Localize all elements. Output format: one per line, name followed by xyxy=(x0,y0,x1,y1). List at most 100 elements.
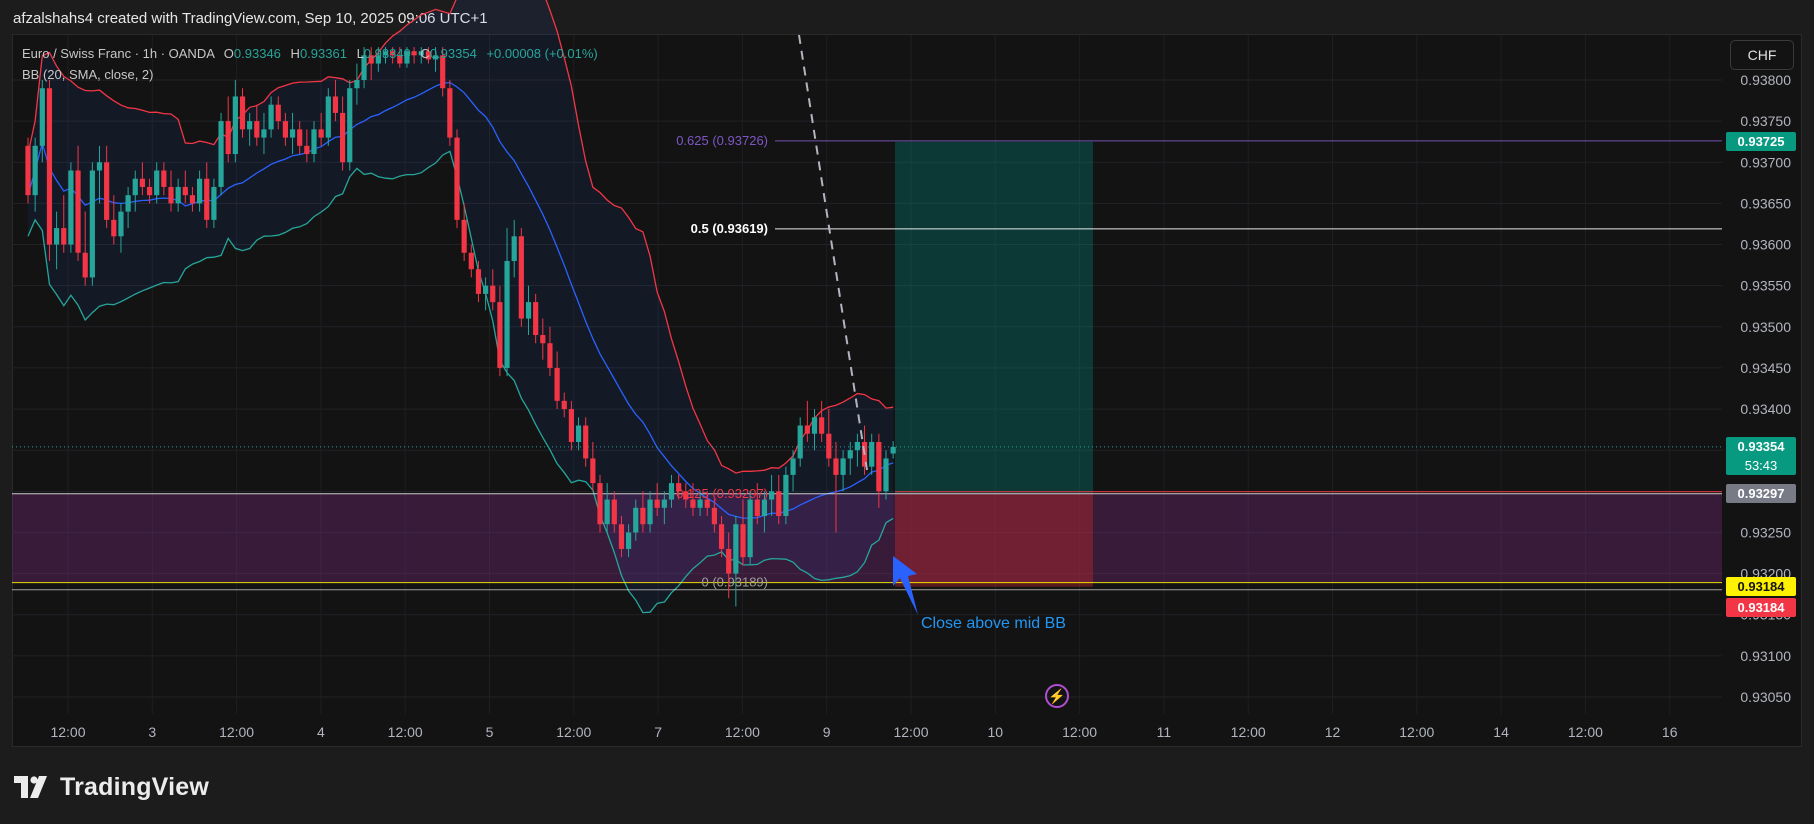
candle-body xyxy=(111,219,117,237)
candle-body xyxy=(197,178,203,204)
candle-body xyxy=(633,507,639,533)
candle-body xyxy=(704,499,710,508)
candle-body xyxy=(268,104,274,130)
candle-body xyxy=(289,129,296,138)
candle-body xyxy=(511,236,517,261)
candle-body xyxy=(654,499,660,508)
candle-body xyxy=(261,129,267,138)
time-tick-label: 14 xyxy=(1493,724,1509,740)
candle-body xyxy=(754,499,760,517)
price-tick-label: 0.93050 xyxy=(1740,689,1791,705)
candle-body xyxy=(676,483,682,492)
chart-legend: Euro / Swiss Franc · 1h · OANDA O0.93346… xyxy=(22,46,598,88)
candle-body xyxy=(347,88,353,163)
candle-body xyxy=(783,474,789,517)
candle-body xyxy=(454,137,460,220)
candle-body xyxy=(175,186,181,204)
tradingview-logo-icon xyxy=(14,776,47,798)
candle-body xyxy=(611,499,617,525)
stop-price-tag: 0.93184 xyxy=(1726,597,1796,617)
price-tick-label: 0.93600 xyxy=(1740,237,1791,253)
candle-body xyxy=(575,425,582,442)
high-value: 0.93361 xyxy=(299,46,347,61)
candle-body xyxy=(568,409,574,442)
time-tick-label: 12:00 xyxy=(219,724,254,740)
currency-button[interactable]: CHF xyxy=(1730,40,1794,70)
candle-body xyxy=(225,121,231,155)
candle-body xyxy=(132,178,138,196)
long-position-stop-zone xyxy=(895,493,1093,587)
candle-body xyxy=(104,162,110,220)
candle-body xyxy=(168,186,174,204)
price-chart[interactable]: 0.625 (0.93726) 0.5 (0.93619) 0.125 (0.932… xyxy=(0,0,1814,824)
candle-body xyxy=(554,367,560,401)
fib-0-yellow-price-tag: 0.93184 xyxy=(1726,577,1796,597)
candle-body xyxy=(282,121,288,138)
candle-body xyxy=(804,425,810,434)
candle-body xyxy=(96,162,103,171)
fib-label: 0.625 (0.93726) xyxy=(676,133,768,148)
candle-body xyxy=(189,195,196,204)
candle-body xyxy=(118,211,124,237)
fib-label: 0.125 (0.93297) xyxy=(676,486,768,501)
lightning-icon[interactable]: ⚡ xyxy=(1045,684,1069,708)
candle-body xyxy=(640,507,646,525)
candle-body xyxy=(468,252,474,270)
candle-body xyxy=(275,104,281,122)
price-tick-label: 0.93650 xyxy=(1740,195,1791,211)
candle-body xyxy=(847,450,853,459)
candle-body xyxy=(626,532,632,549)
candle-body xyxy=(876,441,882,492)
time-tick-label: 5 xyxy=(486,724,494,740)
candle-body xyxy=(833,458,839,475)
candle-body xyxy=(661,499,667,508)
projection-line xyxy=(798,34,868,471)
candle-body xyxy=(25,145,31,196)
close-value: 0.93354 xyxy=(429,46,477,61)
time-tick-label: 12:00 xyxy=(556,724,591,740)
price-tick-label: 0.93550 xyxy=(1740,278,1791,294)
candle-body xyxy=(204,178,210,220)
candle-body xyxy=(726,548,732,574)
candle-body xyxy=(139,178,145,187)
candle-body xyxy=(761,499,768,517)
candle-body xyxy=(447,88,453,138)
candle-body xyxy=(61,228,67,245)
candle-body xyxy=(475,269,482,294)
candle-body xyxy=(769,491,775,500)
candle-body xyxy=(583,425,589,459)
indicator-title[interactable]: BB (20, SMA, close, 2) xyxy=(22,67,598,88)
candle-body xyxy=(718,524,725,549)
price-tick-label: 0.93450 xyxy=(1740,360,1791,376)
symbol-title[interactable]: Euro / Swiss Franc · 1h · OANDA xyxy=(22,46,214,61)
candle-body xyxy=(869,441,875,467)
time-tick-label: 12:00 xyxy=(50,724,85,740)
candle-body xyxy=(604,499,610,525)
long-position-target-zone xyxy=(895,141,1093,494)
price-tick-label: 0.93250 xyxy=(1740,524,1791,540)
candle-body xyxy=(325,96,331,138)
price-tick-label: 0.93400 xyxy=(1740,401,1791,417)
low-value: 0.93340 xyxy=(363,46,411,61)
candle-body xyxy=(547,343,553,368)
time-tick-label: 9 xyxy=(823,724,831,740)
candle-body xyxy=(711,507,717,525)
time-tick-label: 12 xyxy=(1325,724,1341,740)
candle-body xyxy=(776,491,782,517)
candle-body xyxy=(618,524,625,549)
time-tick-label: 12:00 xyxy=(1399,724,1434,740)
time-tick-label: 12:00 xyxy=(893,724,928,740)
bar-countdown: 53:43 xyxy=(1744,457,1778,473)
price-tick-label: 0.93100 xyxy=(1740,648,1791,664)
time-axis: 12:00 3 12:00 4 12:00 5 12:00 7 12:00 9 12:00 10 12:… xyxy=(50,724,1677,740)
candle-body xyxy=(733,524,739,574)
annotation-text: Close above mid BB xyxy=(921,615,1066,632)
candle-body xyxy=(161,170,167,187)
time-tick-label: 12:00 xyxy=(388,724,423,740)
candle-body xyxy=(54,228,60,245)
footer-brand: TradingView xyxy=(14,770,209,804)
time-tick-label: 12:00 xyxy=(1231,724,1266,740)
candle-body xyxy=(82,252,88,278)
candle-body xyxy=(483,285,489,294)
change-value: +0.00008 (+0.01%) xyxy=(486,46,598,61)
